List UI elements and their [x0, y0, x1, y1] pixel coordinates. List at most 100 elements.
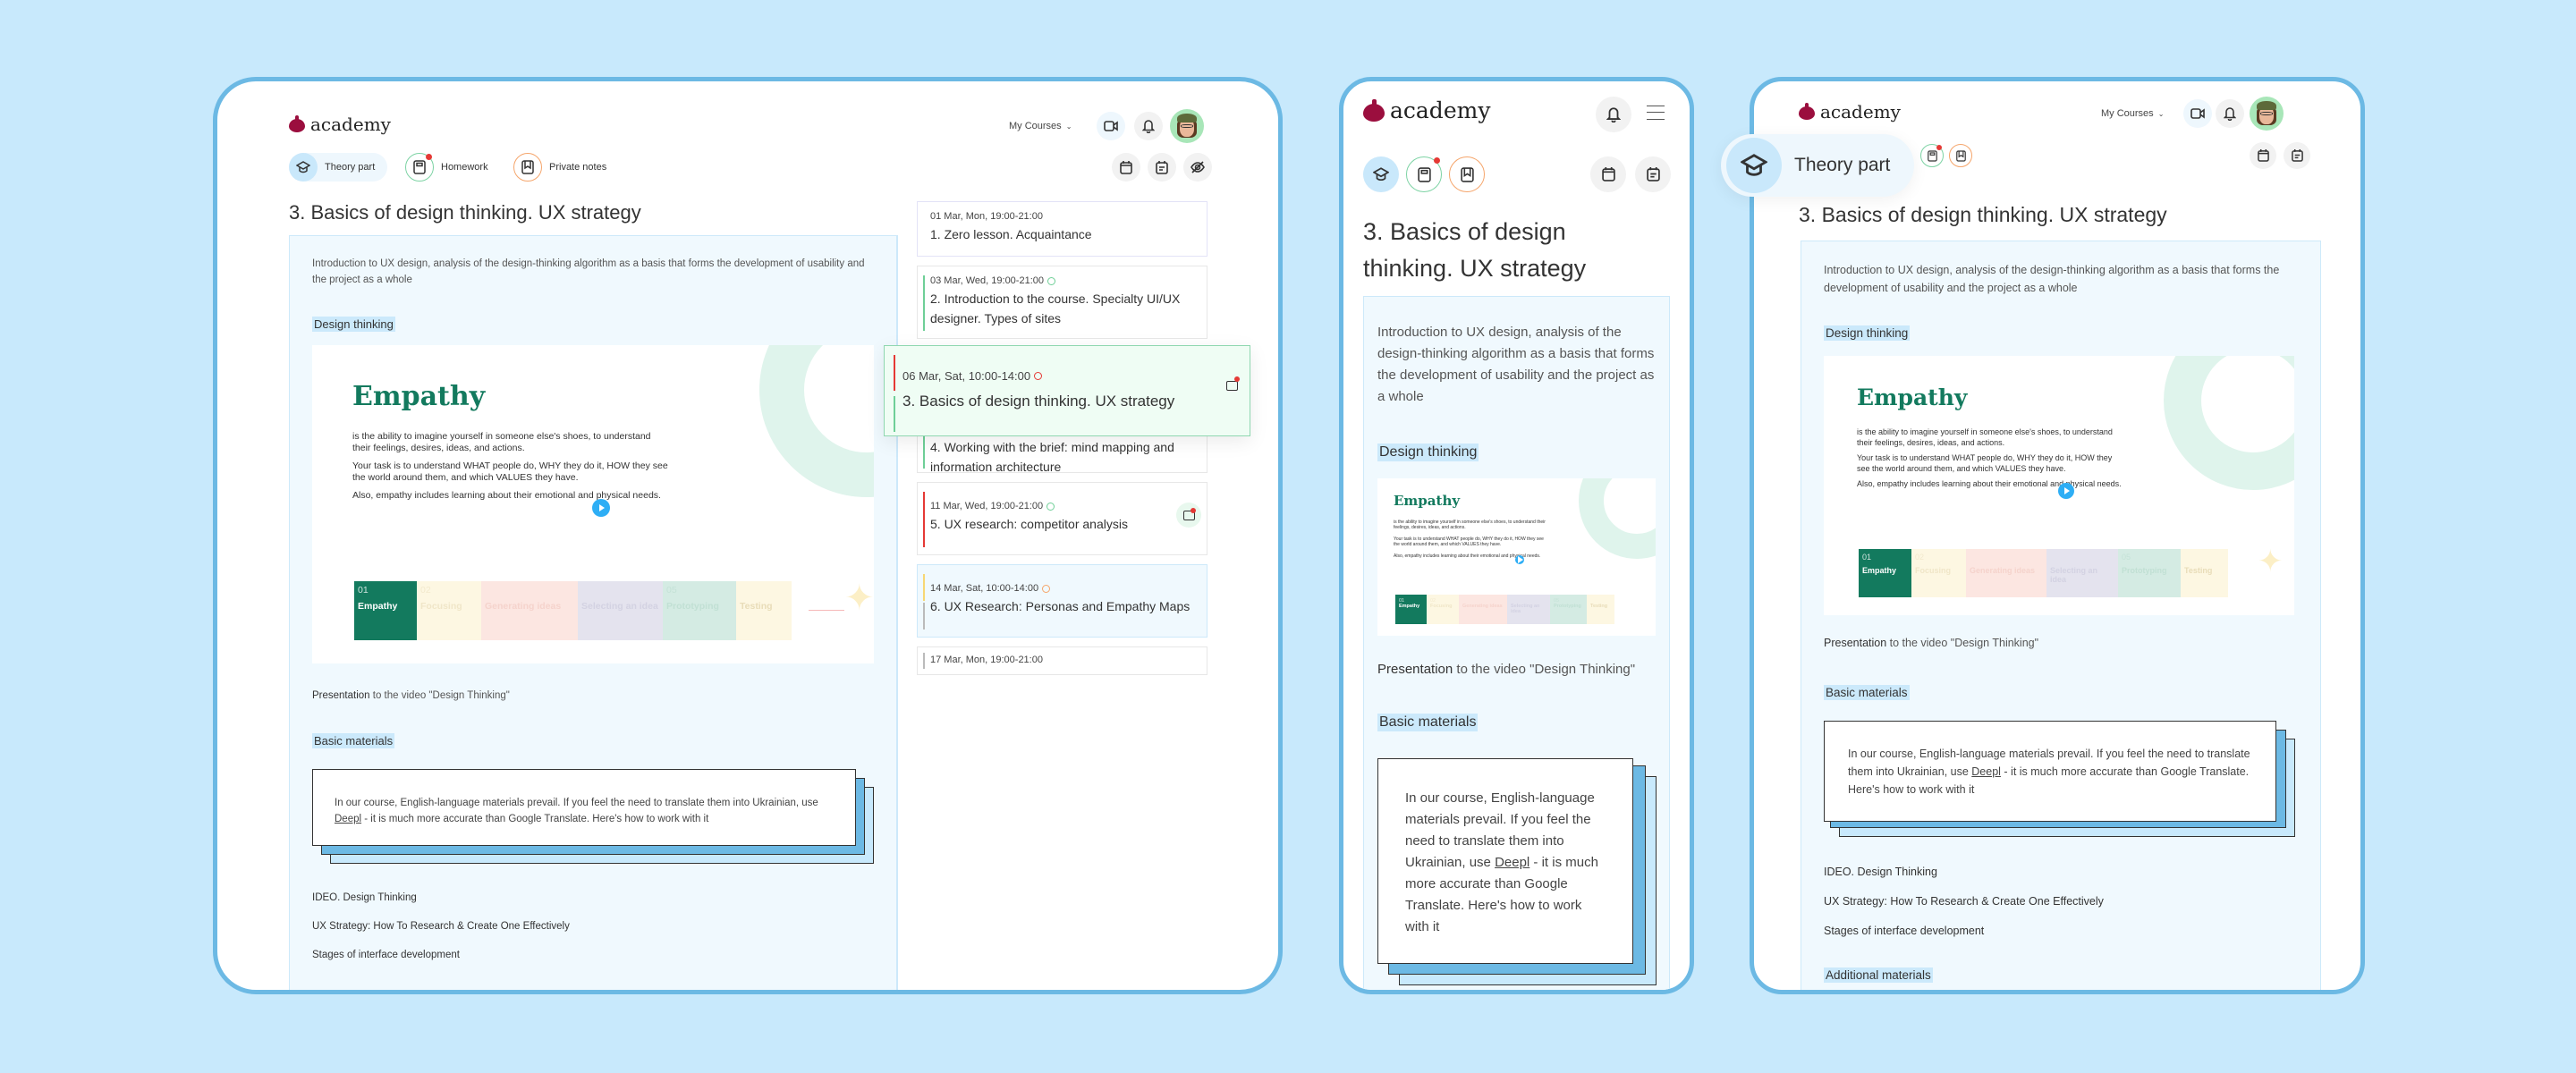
- video-slide[interactable]: Empathy is the ability to imagine yourse…: [1377, 478, 1656, 636]
- tab-homework[interactable]: Homework: [405, 153, 488, 182]
- lesson-item[interactable]: 17 Mar, Mon, 19:00-21:00: [917, 646, 1208, 675]
- notes-button[interactable]: [1635, 156, 1671, 192]
- calendar-button[interactable]: [2250, 142, 2276, 169]
- stage-item: Testing: [2181, 549, 2228, 597]
- status-done-icon: [1046, 502, 1055, 511]
- brand-logo[interactable]: academy: [289, 114, 391, 135]
- mobile-frame: academy 3. Basics of design thinking. UX…: [1339, 77, 1694, 994]
- design-thinking-heading: Design thinking: [1824, 325, 1911, 341]
- tab-private-notes[interactable]: Private notes: [513, 153, 606, 182]
- star-decoration: ✦: [2258, 545, 2284, 579]
- tab-private-notes[interactable]: [1449, 156, 1485, 192]
- stage-item: 01 Empathy: [354, 581, 417, 640]
- stage-item: Selecting an idea: [1507, 595, 1550, 624]
- material-link[interactable]: Stages of interface development: [1824, 925, 1984, 937]
- tab-theory-label: Theory part: [1794, 155, 1891, 175]
- presentation-link[interactable]: Presentation to the video "Design Thinki…: [1377, 662, 1635, 677]
- tab-homework[interactable]: [1920, 144, 1944, 167]
- graduation-cap-icon: [1363, 156, 1399, 192]
- material-link[interactable]: Stages of interface development: [312, 950, 460, 960]
- video-slide[interactable]: Empathy is the ability to imagine yourse…: [1824, 356, 2294, 615]
- section-heading: Design thinking: [1824, 325, 1911, 341]
- active-lesson-card[interactable]: 06 Mar, Sat, 10:00-14:00 3. Basics of de…: [884, 345, 1250, 436]
- tab-homework-label: Homework: [441, 162, 488, 173]
- material-link[interactable]: IDEO. Design Thinking: [312, 892, 417, 903]
- deepl-link[interactable]: Deepl: [1971, 765, 2001, 778]
- lesson-title: 3. Basics of design thinking. UX strateg…: [1799, 203, 2167, 226]
- avatar[interactable]: [2250, 97, 2284, 131]
- avatar[interactable]: [1170, 109, 1204, 143]
- tab-theory-expanded[interactable]: Theory part: [1726, 138, 1890, 193]
- lesson-content: Introduction to UX design, analysis of t…: [1363, 296, 1670, 990]
- lesson-item[interactable]: 14 Mar, Sat, 10:00-14:00 6. UX Research:…: [917, 564, 1208, 638]
- tab-homework[interactable]: [1406, 156, 1442, 192]
- video-icon: [1104, 121, 1118, 131]
- bell-icon: [1142, 120, 1155, 133]
- video-slide[interactable]: Empathy is the ability to imagine yourse…: [312, 345, 874, 663]
- tab-theory[interactable]: Theory part: [289, 153, 375, 182]
- brand-logo[interactable]: academy: [1799, 101, 1901, 123]
- design-thinking-heading: Design thinking: [312, 317, 395, 332]
- notes-button[interactable]: [2284, 142, 2310, 169]
- play-icon[interactable]: [2058, 483, 2074, 499]
- my-courses-dropdown[interactable]: My Courses ⌄: [2101, 108, 2164, 119]
- play-icon[interactable]: [592, 499, 610, 517]
- brand-name: academy: [1390, 97, 1491, 123]
- calculator-icon: [405, 153, 434, 182]
- material-link[interactable]: UX Strategy: How To Research & Create On…: [1824, 895, 2104, 908]
- lesson-item[interactable]: 03 Mar, Wed, 19:00-21:00 2. Introduction…: [917, 266, 1208, 339]
- section-heading: Basic materials: [1377, 714, 1479, 731]
- additional-materials-heading: Additional materials: [312, 991, 417, 994]
- calendar-button[interactable]: [1112, 153, 1140, 182]
- lesson-item[interactable]: 01 Mar, Mon, 19:00-21:00 1. Zero lesson.…: [917, 201, 1208, 257]
- lesson-title: 3. Basics of design thinking. UX strateg…: [1363, 218, 1587, 282]
- brand-logo[interactable]: academy: [1363, 97, 1490, 123]
- chevron-down-icon: ⌄: [1065, 122, 1072, 131]
- deepl-link[interactable]: Deepl: [335, 814, 361, 824]
- material-link[interactable]: UX Strategy: How To Research & Create On…: [312, 921, 570, 932]
- presentation-link[interactable]: Presentation to the video "Design Thinki…: [1824, 637, 2038, 649]
- lesson-intro: Introduction to UX design, analysis of t…: [312, 258, 865, 286]
- deepl-link[interactable]: Deepl: [1495, 855, 1530, 870]
- chat-button[interactable]: [1219, 373, 1244, 398]
- section-heading: Basic materials: [1824, 685, 1910, 700]
- video-button[interactable]: [1097, 112, 1125, 140]
- play-icon[interactable]: [1515, 555, 1524, 564]
- stage-item: Generating ideas: [1459, 595, 1507, 624]
- translation-note: In our course, English-language material…: [312, 769, 874, 867]
- menu-icon[interactable]: [1647, 106, 1665, 120]
- calendar-icon: [1601, 167, 1615, 182]
- slide-title: Empathy: [352, 381, 486, 412]
- notes-icon: [1646, 167, 1660, 182]
- calculator-icon: [1406, 156, 1442, 192]
- notifications-button[interactable]: [1134, 112, 1163, 140]
- additional-materials-heading: Additional materials: [1824, 967, 1933, 983]
- notifications-button[interactable]: [2216, 99, 2244, 128]
- calendar-button[interactable]: [1590, 156, 1626, 192]
- lesson-title: 3. Basics of design thinking. UX strateg…: [289, 201, 641, 224]
- design-thinking-heading: Design thinking: [1377, 444, 1479, 461]
- stage-item: 02 Focusing: [1911, 549, 1966, 597]
- notes-button[interactable]: [1148, 153, 1176, 182]
- tab-theory[interactable]: [1363, 156, 1399, 192]
- tab-private-notes[interactable]: [1949, 144, 1972, 167]
- stage-item: 02 Focusing: [417, 581, 481, 640]
- section-heading: Design thinking: [312, 317, 395, 332]
- lesson-item[interactable]: 11 Mar, Wed, 19:00-21:00 5. UX research:…: [917, 482, 1208, 555]
- basic-materials-heading: Basic materials: [312, 733, 395, 748]
- material-link[interactable]: IDEO. Design Thinking: [1824, 866, 1937, 878]
- graduation-cap-icon: [289, 153, 318, 182]
- section-heading: Design thinking: [1377, 444, 1479, 461]
- section-heading: Additional materials: [1824, 967, 1933, 983]
- video-button[interactable]: [2183, 99, 2212, 128]
- desktop-frame: academy My Courses ⌄ Theory part Homewor…: [213, 77, 1283, 994]
- notifications-button[interactable]: [1596, 97, 1631, 132]
- my-courses-dropdown[interactable]: My Courses ⌄: [1009, 121, 1072, 131]
- calculator-icon: [1920, 144, 1944, 167]
- tablet-frame: academy My Courses ⌄ 3. Basics of design …: [1750, 77, 2365, 994]
- hide-schedule-button[interactable]: [1183, 153, 1212, 182]
- stage-item: 05 Prototyping: [663, 581, 736, 640]
- presentation-link[interactable]: Presentation to the video "Design Thinki…: [312, 690, 510, 701]
- schedule-list: 01 Mar, Mon, 19:00-21:00 1. Zero lesson.…: [917, 201, 1212, 990]
- chat-button[interactable]: [1176, 503, 1201, 528]
